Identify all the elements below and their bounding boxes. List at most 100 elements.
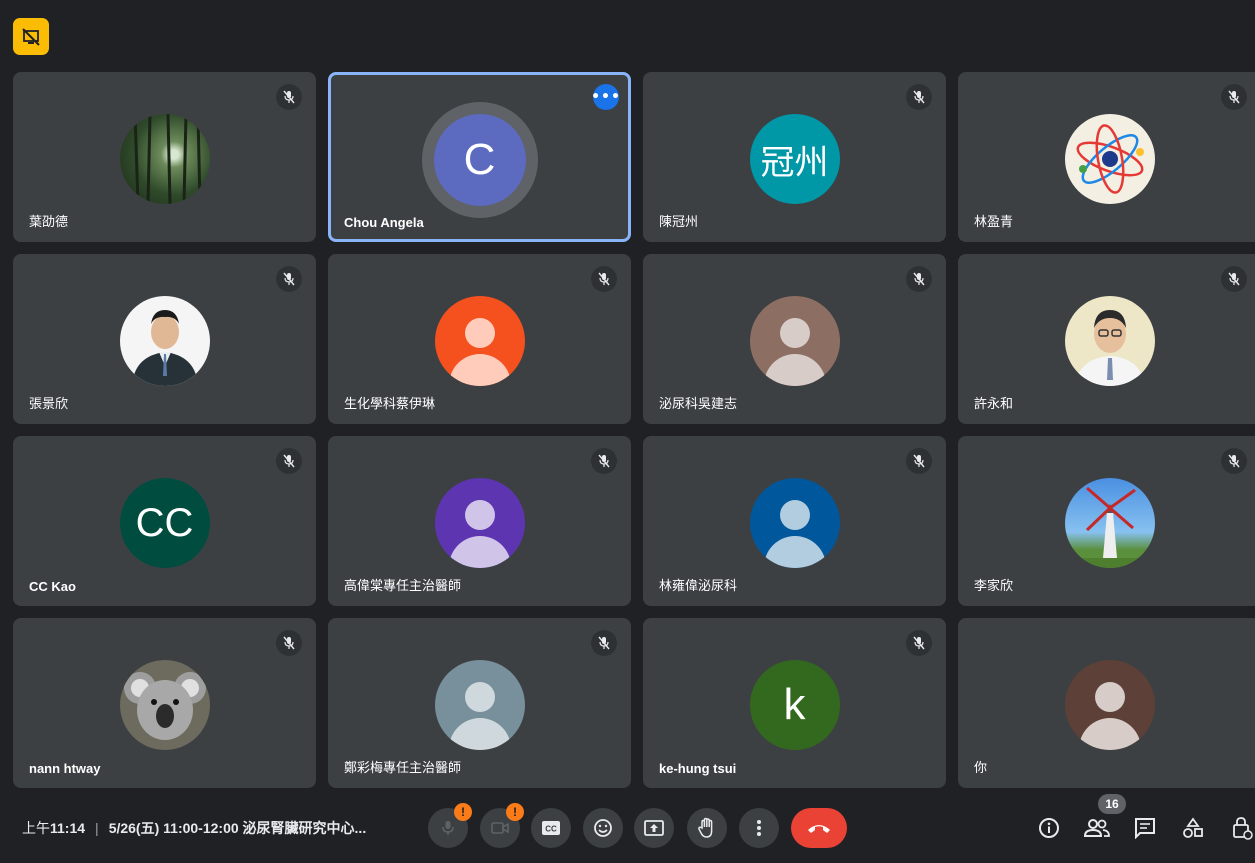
participant-tile[interactable]: 李家欣 — [958, 436, 1255, 606]
host-controls-button[interactable] — [1228, 814, 1255, 842]
avatar-letter: C — [433, 114, 526, 206]
avatar-letter: k — [749, 660, 840, 750]
participant-name: 生化學科蔡伊琳 — [344, 396, 436, 411]
mic-muted-icon — [276, 448, 302, 474]
more-options-icon — [757, 820, 761, 836]
clock-time: 11:14 — [50, 820, 86, 836]
raise-hand-button[interactable] — [687, 808, 727, 848]
participant-name: CC Kao — [29, 579, 76, 594]
info-button[interactable] — [1035, 814, 1063, 842]
people-icon — [1084, 819, 1110, 837]
meeting-info: 上午11:14 | 5/26(五) 11:00-12:00 泌尿腎臟研究中心... — [22, 818, 366, 838]
participant-name: 你 — [974, 760, 988, 775]
captions-button[interactable]: CC — [531, 808, 571, 848]
avatar-man-suit-photo — [119, 296, 210, 386]
avatar-koala-photo — [119, 660, 210, 750]
participant-tile[interactable]: 林盈青 — [958, 72, 1255, 242]
mic-muted-icon — [276, 266, 302, 292]
person-placeholder-icon — [434, 478, 525, 568]
participant-name: 鄭彩梅專任主治醫師 — [344, 760, 462, 775]
participant-tile[interactable]: CC CC Kao — [13, 436, 316, 606]
warning-icon: ! — [454, 803, 472, 821]
participant-name: 高偉棠專任主治醫師 — [344, 578, 462, 593]
participant-tile-active[interactable]: ••• C Chou Angela — [328, 72, 631, 242]
bottom-toolbar: 上午11:14 | 5/26(五) 11:00-12:00 泌尿腎臟研究中心... … — [0, 800, 1255, 863]
time-prefix: 上午 — [22, 820, 50, 836]
participant-name: 林雍偉泌尿科 — [659, 578, 738, 593]
mic-button[interactable]: ! — [428, 803, 472, 848]
person-placeholder-icon — [1064, 660, 1155, 750]
mic-muted-icon — [1221, 84, 1247, 110]
mic-muted-icon — [906, 630, 932, 656]
present-button[interactable] — [634, 808, 674, 848]
reactions-button[interactable] — [583, 808, 623, 848]
svg-text:CC: CC — [545, 825, 557, 834]
participant-tile[interactable]: 鄭彩梅專任主治醫師 — [328, 618, 631, 788]
mic-muted-icon — [276, 84, 302, 110]
participant-tile[interactable]: 高偉棠專任主治醫師 — [328, 436, 631, 606]
participant-count-badge: 16 — [1098, 794, 1126, 814]
avatar-letter: CC — [119, 478, 210, 568]
mic-muted-icon — [906, 448, 932, 474]
person-placeholder-icon — [749, 296, 840, 386]
participant-tile[interactable]: 泌尿科吳建志 — [643, 254, 946, 424]
mic-muted-icon — [591, 266, 617, 292]
participant-tile[interactable]: 許永和 — [958, 254, 1255, 424]
avatar-atom-photo — [1064, 114, 1155, 204]
participant-name: 許永和 — [974, 396, 1014, 411]
mic-off-icon — [442, 821, 454, 835]
participant-name: 葉劭德 — [29, 214, 69, 229]
more-options-button[interactable] — [739, 808, 779, 848]
people-button[interactable] — [1083, 814, 1111, 842]
participant-tile[interactable]: 生化學科蔡伊琳 — [328, 254, 631, 424]
participant-name: 陳冠州 — [659, 214, 699, 229]
more-options-icon[interactable]: ••• — [591, 84, 620, 110]
participant-name: nann htway — [29, 761, 101, 776]
emoji-icon — [594, 819, 612, 837]
mic-muted-icon — [906, 84, 932, 110]
activities-button[interactable] — [1179, 814, 1207, 842]
mic-muted-icon — [1221, 448, 1247, 474]
participant-tile-self[interactable]: 你 — [958, 618, 1255, 788]
present-icon — [644, 820, 664, 836]
participant-tile[interactable]: nann htway — [13, 618, 316, 788]
host-controls-icon — [1233, 817, 1253, 840]
leave-call-button[interactable] — [791, 808, 847, 848]
participant-tile[interactable]: 林雍偉泌尿科 — [643, 436, 946, 606]
raise-hand-icon — [698, 817, 713, 838]
info-icon — [1039, 818, 1059, 838]
participant-tile[interactable]: k ke-hung tsui — [643, 618, 946, 788]
mic-muted-icon — [906, 266, 932, 292]
participant-name: 林盈青 — [974, 214, 1014, 229]
captions-icon: CC — [542, 821, 560, 835]
participant-grid: 葉劭德 ••• C Chou Angela 冠州 陳冠州 林盈青 張景欣 生化學… — [13, 72, 1255, 788]
person-placeholder-icon — [434, 660, 525, 750]
camera-button[interactable]: ! — [480, 803, 524, 848]
chat-icon — [1135, 818, 1155, 839]
end-call-icon — [808, 825, 830, 833]
avatar-man-glasses-photo — [1064, 296, 1155, 386]
meeting-title: 5/26(五) 11:00-12:00 泌尿腎臟研究中心... — [108, 820, 367, 836]
participant-name: 泌尿科吳建志 — [659, 396, 738, 411]
mic-muted-icon — [276, 630, 302, 656]
warning-icon: ! — [506, 803, 524, 821]
avatar-letter: 冠州 — [749, 114, 840, 204]
participant-name: 李家欣 — [974, 578, 1014, 593]
participant-tile[interactable]: 張景欣 — [13, 254, 316, 424]
avatar-forest-photo — [119, 114, 210, 204]
mic-muted-icon — [1221, 266, 1247, 292]
activities-icon — [1183, 817, 1203, 838]
avatar-windmill-photo — [1064, 478, 1155, 568]
separator: | — [95, 820, 99, 836]
chat-button[interactable] — [1131, 814, 1159, 842]
participant-name: ke-hung tsui — [659, 761, 737, 776]
participant-name: Chou Angela — [344, 215, 424, 230]
mic-muted-icon — [591, 448, 617, 474]
no-sharing-icon[interactable] — [13, 18, 49, 55]
camera-off-icon — [491, 822, 509, 834]
participant-name: 張景欣 — [29, 396, 69, 411]
person-placeholder-icon — [749, 478, 840, 568]
person-placeholder-icon — [434, 296, 525, 386]
participant-tile[interactable]: 冠州 陳冠州 — [643, 72, 946, 242]
participant-tile[interactable]: 葉劭德 — [13, 72, 316, 242]
